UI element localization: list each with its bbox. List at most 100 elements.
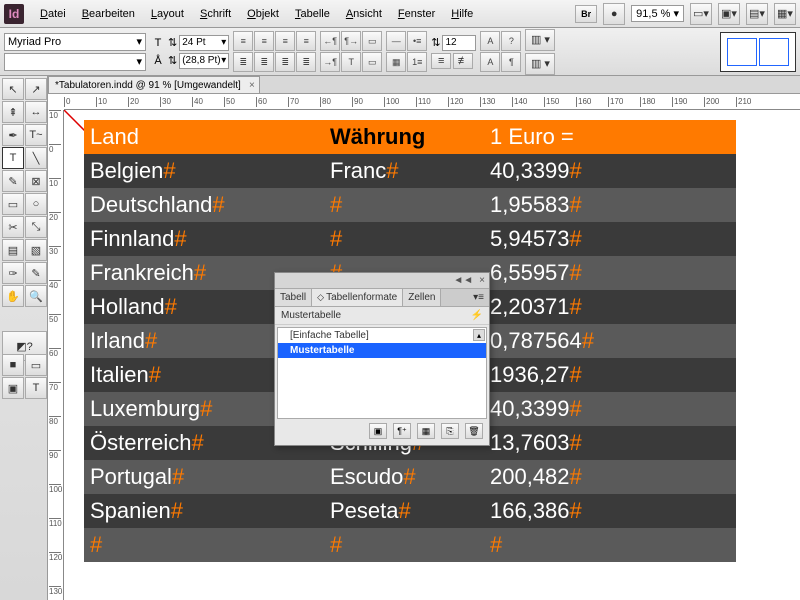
font-size-input[interactable]: 24 Pt▾ [179, 35, 229, 51]
table-cell[interactable]: 200,482# [484, 460, 736, 494]
table-cell[interactable]: Peseta# [324, 494, 484, 528]
pencil-tool[interactable]: ✎ [2, 170, 24, 192]
number-icon[interactable]: 1≡ [407, 52, 427, 72]
menu-schrift[interactable]: Schrift [192, 8, 239, 20]
table-cell[interactable]: 166,386# [484, 494, 736, 528]
table-cell[interactable]: # [324, 528, 484, 562]
table-cell[interactable]: 1936,27# [484, 358, 736, 392]
page-tool[interactable]: ⇞ [2, 101, 24, 123]
menu-fenster[interactable]: Fenster [390, 8, 443, 20]
menu-objekt[interactable]: Objekt [239, 8, 287, 20]
type-tool[interactable]: T [2, 147, 24, 169]
bridge-button[interactable]: Br [575, 5, 597, 23]
table-cell[interactable]: # [484, 528, 736, 562]
none-icon[interactable]: — [386, 31, 406, 51]
table-cell[interactable]: 0,787564# [484, 324, 736, 358]
note-tool[interactable]: ✑ [2, 262, 24, 284]
align-justify-icon[interactable]: ≡ [296, 31, 316, 51]
stepper-icon[interactable]: ⇅ [168, 36, 177, 49]
table-styles-panel[interactable]: ◄◄ × Tabell ◇Tabellenformate Zellen ▾≡ Mu… [274, 272, 490, 446]
text-icon[interactable]: T [341, 52, 361, 72]
menu-hilfe[interactable]: Hilfe [443, 8, 481, 20]
align-jc-icon[interactable]: ≣ [254, 52, 274, 72]
canvas[interactable]: *Tabulatoren.indd @ 91 % [Umgewandelt]× … [48, 76, 800, 600]
table-cell[interactable]: 1,95583# [484, 188, 736, 222]
no-baseline-icon[interactable]: ≢ [453, 53, 473, 69]
table-cell[interactable]: Escudo# [324, 460, 484, 494]
align-right-icon[interactable]: ≡ [275, 31, 295, 51]
type-on-path-tool[interactable]: T~ [25, 124, 47, 146]
status-icon[interactable]: ● [603, 3, 625, 25]
table-cell[interactable]: # [324, 222, 484, 256]
gradient-feather-tool[interactable]: ▧ [25, 239, 47, 261]
clear-override-icon[interactable]: ¶⁺ [393, 423, 411, 439]
panel-tab-tabell[interactable]: Tabell [275, 289, 312, 306]
stepper-icon[interactable]: ⇅ [168, 54, 177, 67]
stepper-icon[interactable]: ⇅ [431, 36, 440, 49]
font-style-dropdown[interactable]: ▾ [4, 53, 146, 71]
panel-tab-zellen[interactable]: Zellen [403, 289, 441, 306]
para-style-icon[interactable]: ? [501, 31, 521, 51]
table-cell[interactable]: # [84, 528, 324, 562]
scroll-up-icon[interactable]: ▴ [473, 329, 485, 341]
pages-preview[interactable] [720, 32, 796, 72]
align-jr-icon[interactable]: ≣ [275, 52, 295, 72]
scissors-tool[interactable]: ✂ [2, 216, 24, 238]
style-item-selected[interactable]: Mustertabelle [278, 343, 486, 358]
char-panel-icon[interactable]: A [480, 52, 500, 72]
para-panel-icon[interactable]: ¶ [501, 52, 521, 72]
new-style-icon[interactable]: ⎘ [441, 423, 459, 439]
indent-right-icon[interactable]: →¶ [320, 52, 340, 72]
styles-list[interactable]: [Einfache Tabelle] Mustertabelle ▴ [277, 327, 487, 419]
baseline-grid-icon[interactable]: ≡ [431, 53, 451, 69]
table-cell[interactable]: Finnland# [84, 222, 324, 256]
rect-frame-tool[interactable]: ⊠ [25, 170, 47, 192]
panel-collapse-icon[interactable]: ◄◄ [453, 275, 473, 286]
font-family-dropdown[interactable]: Myriad Pro▾ [4, 33, 146, 51]
workspace-icon[interactable]: ▦▾ [774, 3, 796, 25]
table-cell[interactable]: 40,3399# [484, 392, 736, 426]
align-left-icon[interactable]: ≡ [233, 31, 253, 51]
indent-first-icon[interactable]: ¶→ [341, 31, 361, 51]
table-cell[interactable]: 40,3399# [484, 154, 736, 188]
menu-datei[interactable]: Datei [32, 8, 74, 20]
table-cell[interactable]: 13,7603# [484, 426, 736, 460]
panel-tab-tabellenformate[interactable]: ◇Tabellenformate [312, 289, 403, 306]
table-cell[interactable]: Portugal# [84, 460, 324, 494]
columns-input[interactable]: 12 [442, 35, 476, 51]
panel-close-icon[interactable]: × [479, 275, 485, 286]
quick-apply2-icon[interactable]: ▥ ▾ [525, 53, 555, 75]
indent-left-icon[interactable]: ←¶ [320, 31, 340, 51]
panel-menu-icon[interactable]: ▾≡ [468, 289, 489, 306]
table-cell[interactable]: 6,55957# [484, 256, 736, 290]
align-jl-icon[interactable]: ≣ [233, 52, 253, 72]
free-transform-tool[interactable]: ⤡ [25, 216, 47, 238]
bullet-icon[interactable]: •≡ [407, 31, 427, 51]
ellipse-tool[interactable]: ○ [25, 193, 47, 215]
arrange-icon[interactable]: ▤▾ [746, 3, 768, 25]
char-style-icon[interactable]: A [480, 31, 500, 51]
align-center-icon[interactable]: ≡ [254, 31, 274, 51]
folder-icon[interactable]: ▣ [369, 423, 387, 439]
format-container[interactable]: ▣ [2, 377, 24, 399]
style-item[interactable]: [Einfache Tabelle] [278, 328, 486, 343]
delete-style-icon[interactable]: 🗑 [465, 423, 483, 439]
shade-icon[interactable]: ▦ [386, 52, 406, 72]
direct-selection-tool[interactable]: ↗ [25, 78, 47, 100]
align-spine-icon[interactable]: ≣ [296, 52, 316, 72]
table-cell[interactable]: Deutschland# [84, 188, 324, 222]
quick-apply-icon[interactable]: ▥ ▾ [525, 29, 555, 51]
wrap-none-icon[interactable]: ▭ [362, 31, 382, 51]
zoom-tool[interactable]: 🔍 [25, 285, 47, 307]
table-cell[interactable]: Belgien# [84, 154, 324, 188]
table-cell[interactable]: # [324, 188, 484, 222]
close-tab-icon[interactable]: × [249, 80, 255, 91]
format-text[interactable]: T [25, 377, 47, 399]
document-tab[interactable]: *Tabulatoren.indd @ 91 % [Umgewandelt]× [48, 76, 260, 93]
pen-tool[interactable]: ✒ [2, 124, 24, 146]
table-cell[interactable]: 5,94573# [484, 222, 736, 256]
wrap-jump-icon[interactable]: ▭ [362, 52, 382, 72]
eyedropper-tool[interactable]: ✎ [25, 262, 47, 284]
menu-ansicht[interactable]: Ansicht [338, 8, 390, 20]
menu-layout[interactable]: Layout [143, 8, 192, 20]
